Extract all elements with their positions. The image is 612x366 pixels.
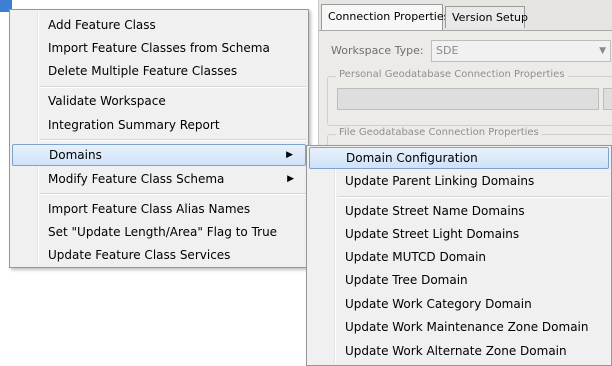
submenu-item-work-category[interactable]: Update Work Category Domain [309, 293, 609, 315]
workspace-type-value: SDE [436, 44, 459, 57]
menu-item-domains-label: Domains [49, 148, 102, 162]
menu-item-update-services[interactable]: Update Feature Class Services [12, 244, 306, 266]
submenu-item-work-maintenance-zone[interactable]: Update Work Maintenance Zone Domain [309, 316, 609, 338]
menu-item-import-alias-names[interactable]: Import Feature Class Alias Names [12, 198, 306, 220]
submenu-item-work-alternate-zone[interactable]: Update Work Alternate Zone Domain [309, 340, 609, 362]
menu-item-set-update-flag[interactable]: Set "Update Length/Area" Flag to True [12, 221, 306, 243]
file-gdb-group-title: File Geodatabase Connection Properties [336, 127, 542, 138]
personal-gdb-browse-button[interactable] [603, 88, 612, 110]
chevron-down-icon: ▼ [599, 46, 606, 56]
menu-item-validate-workspace[interactable]: Validate Workspace [12, 90, 306, 112]
personal-gdb-group-title: Personal Geodatabase Connection Properti… [336, 69, 568, 80]
submenu-item-mutcd[interactable]: Update MUTCD Domain [309, 246, 609, 268]
domains-submenu: Domain Configuration Update Parent Linki… [306, 145, 612, 366]
menu-separator [337, 196, 609, 198]
submenu-item-domain-configuration[interactable]: Domain Configuration [309, 147, 609, 169]
submenu-arrow-icon: ▶ [287, 174, 294, 184]
submenu-item-street-name[interactable]: Update Street Name Domains [309, 200, 609, 222]
submenu-item-tree[interactable]: Update Tree Domain [309, 269, 609, 291]
workspace-type-select[interactable]: SDE ▼ [431, 40, 611, 62]
menu-item-domains[interactable]: Domains ▶ [12, 144, 306, 166]
menu-item-add-feature-class[interactable]: Add Feature Class [12, 14, 306, 36]
personal-gdb-path-input[interactable] [337, 88, 599, 110]
tab-version-setup[interactable]: Version Setup [445, 6, 528, 28]
workspace-type-label: Workspace Type: [331, 44, 424, 57]
menu-item-integration-summary[interactable]: Integration Summary Report [12, 114, 306, 136]
submenu-item-street-light[interactable]: Update Street Light Domains [309, 223, 609, 245]
menu-item-modify-schema[interactable]: Modify Feature Class Schema ▶ [12, 168, 306, 190]
menu-separator [40, 86, 306, 88]
tab-connection-properties[interactable]: Connection Properties [321, 4, 449, 30]
menu-item-modify-schema-label: Modify Feature Class Schema [48, 172, 225, 186]
tab-strip: Connection Properties Version Setup [319, 0, 612, 31]
submenu-item-parent-linking[interactable]: Update Parent Linking Domains [309, 170, 609, 192]
context-menu: Add Feature Class Import Feature Classes… [9, 9, 309, 268]
menu-separator [40, 193, 306, 195]
submenu-arrow-icon: ▶ [286, 150, 293, 160]
menu-item-import-feature-classes[interactable]: Import Feature Classes from Schema [12, 37, 306, 59]
menu-item-delete-feature-classes[interactable]: Delete Multiple Feature Classes [12, 60, 306, 82]
menu-separator [40, 139, 306, 141]
